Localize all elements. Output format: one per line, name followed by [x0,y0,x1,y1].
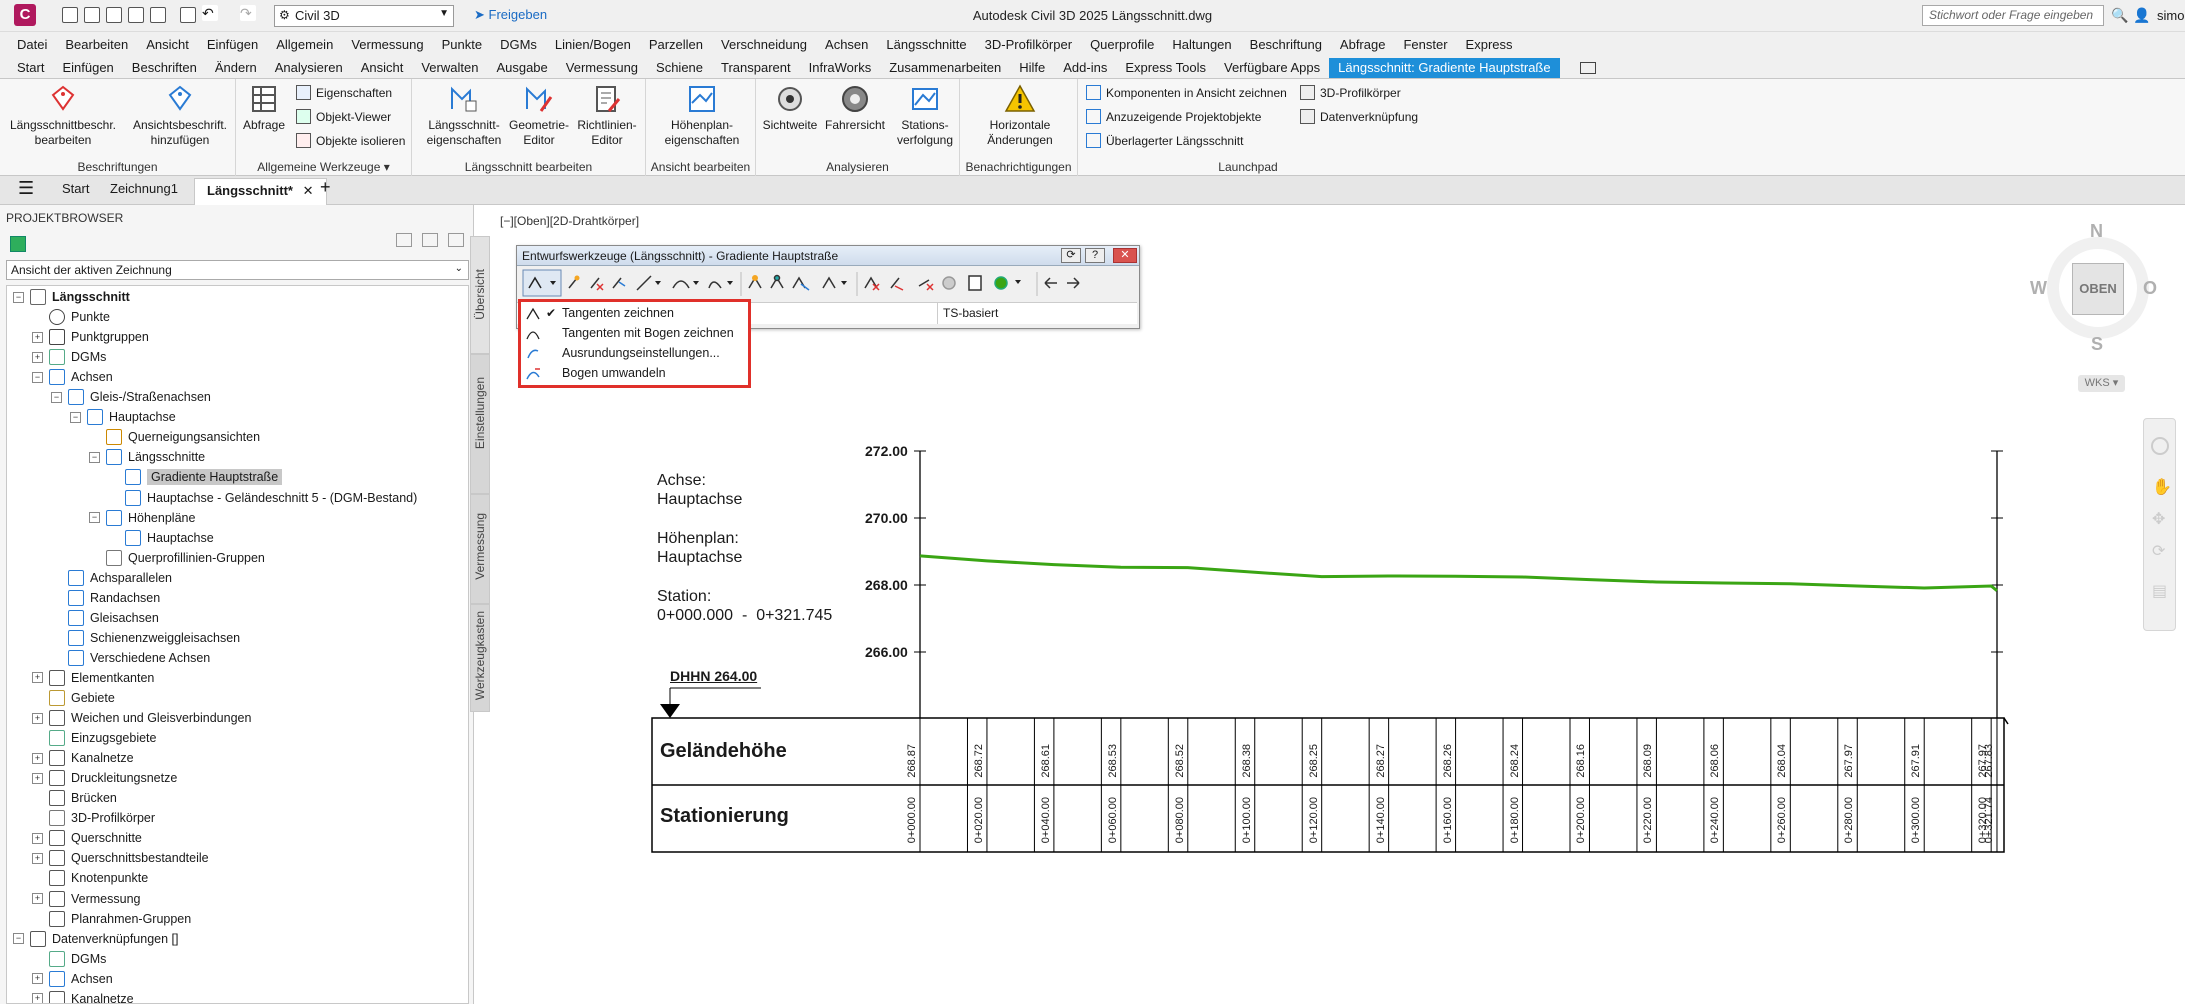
layout-mode-value: TS-basiert [943,306,999,320]
band-station-title: Stationierung [660,805,789,827]
band-ground-value: 268.26 [1441,744,1454,778]
ucs-label: WKS [2084,377,2110,389]
band-station-value: 0+140.00 [1374,797,1387,844]
vertical-curve-icon [822,276,836,289]
compass-east[interactable]: O [2143,278,2157,299]
menu-item-label: Tangenten zeichnen [562,306,674,320]
toolbar-buttons[interactable] [517,268,1139,300]
band-ground-elevation-title: Geländehöhe [660,740,787,762]
menu-item-curve-settings[interactable]: Ausrundungseinstellungen... [525,343,720,363]
fixed-curve-icon [672,280,690,289]
data-band [651,717,2009,853]
band-ground-value: 268.09 [1642,744,1655,778]
profile-grid-view-icon [994,276,1008,290]
viewcube-top-face[interactable]: OBEN [2072,263,2124,315]
compass-north[interactable]: N [2090,221,2103,242]
band-ground-value: 268.72 [972,744,985,778]
orbit-icon[interactable]: ⟳ [2152,541,2165,561]
band-ground-value: 268.53 [1106,744,1119,778]
menu-item-convert-curve[interactable]: Bogen umwandeln [525,363,666,383]
draw-tangents-dropdown: ✔ Tangenten zeichnen Tangenten mit Bogen… [518,299,751,388]
band-ground-value: 268.61 [1039,744,1052,778]
band-station-value: 0+080.00 [1173,797,1186,844]
menu-item-label: Bogen umwandeln [562,366,666,380]
convert-curve-icon [526,367,540,379]
checkmark-icon: ✔ [546,306,557,320]
band-station-value: 0+300.00 [1910,797,1923,844]
band-ground-value: 267.83 [1982,744,1995,778]
datum-triangle [660,704,680,718]
band-station-value: 0+321.74 [1982,797,1995,844]
band-ground-value: 268.24 [1508,744,1521,778]
band-station-value: 0+120.00 [1307,797,1320,844]
band-station-value: 0+280.00 [1843,797,1856,844]
band-station-value: 0+220.00 [1642,797,1655,844]
band-ground-value: 268.27 [1374,744,1387,778]
undo-arrow-icon [1044,277,1057,289]
redo-arrow-icon [1067,277,1080,289]
tangent-curve-icon [526,330,540,339]
band-ground-value: 268.52 [1173,744,1186,778]
band-station-value: 0+260.00 [1776,797,1789,844]
band-station-value: 0+180.00 [1508,797,1521,844]
band-station-value: 0+160.00 [1441,797,1454,844]
compass-south[interactable]: S [2091,334,2103,355]
ground-profile-line [919,554,1998,592]
band-ground-value: 268.38 [1240,744,1253,778]
compass-west[interactable]: W [2030,278,2047,299]
band-station-value: 0+200.00 [1575,797,1588,844]
showmotion-icon[interactable]: ▤ [2152,581,2167,601]
tangent-icon [526,307,540,319]
menu-item-draw-tangents[interactable]: ✔ Tangenten zeichnen [525,303,674,323]
band-station-value: 0+040.00 [1039,797,1052,844]
restore-icon[interactable]: ⟳ [1061,248,1081,263]
band-ground-value: 267.91 [1910,744,1923,778]
band-ground-value: 268.87 [906,744,918,778]
band-station-value: 0+000.00 [906,797,918,844]
menu-item-label: Tangenten mit Bogen zeichnen [562,326,734,340]
fixed-tangent-icon [636,275,652,291]
pan-hand-icon[interactable]: ✋ [2152,477,2172,497]
band-station-value: 0+060.00 [1106,797,1119,844]
toolbar-title[interactable]: Entwurfswerkzeuge (Längsschnitt) - Gradi… [517,246,1139,266]
menu-item-label: Ausrundungseinstellungen... [562,346,720,360]
band-ground-value: 268.25 [1307,744,1320,778]
ucs-menu[interactable]: WKS ▾ [2078,375,2125,392]
band-ground-value: 268.06 [1709,744,1722,778]
navigation-bar: ✋ ✥ ⟳ ▤ [2143,418,2176,631]
zoom-extents-icon[interactable]: ✥ [2152,509,2165,529]
layout-parameters-icon [968,275,982,291]
close-icon[interactable]: ✕ [1113,248,1137,263]
profile-graphics[interactable] [0,0,2185,1004]
band-station-value: 0+020.00 [972,797,985,844]
band-station-value: 0+240.00 [1709,797,1722,844]
steering-wheel-icon[interactable] [2151,437,2169,455]
band-ground-value: 267.97 [1843,744,1856,778]
curve-settings-icon [527,349,539,358]
band-ground-value: 268.16 [1575,744,1588,778]
menu-item-draw-tangents-curves[interactable]: Tangenten mit Bogen zeichnen [525,323,734,343]
band-ground-value: 268.04 [1776,744,1789,778]
float-curve-icon [708,281,722,289]
draw-tangents-split-button [522,269,562,297]
delete-pvi-icon [590,277,600,289]
disabled-tool-icon [942,276,956,290]
band-station-value: 0+100.00 [1240,797,1253,844]
tick-marks [914,450,2003,653]
help-icon[interactable]: ? [1085,248,1105,263]
